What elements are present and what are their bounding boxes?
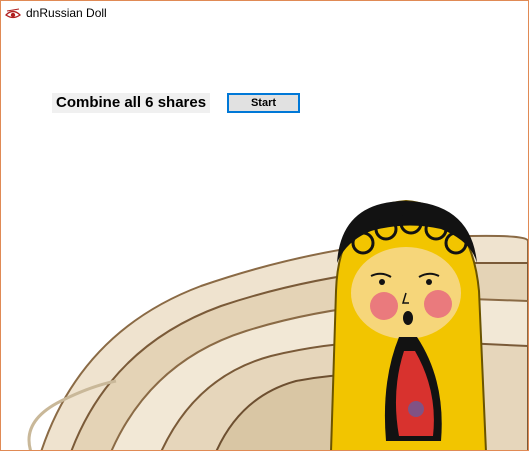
instruction-label: Combine all 6 shares [52,93,211,113]
russian-doll-image [1,181,528,450]
title-bar[interactable]: dnRussian Doll [1,1,528,27]
doll [330,199,487,450]
start-button[interactable]: Start [227,93,300,113]
eye-icon [4,6,22,22]
app-window: dnRussian Doll Combine all 6 shares Star… [0,0,529,451]
window-title: dnRussian Doll [26,6,107,20]
